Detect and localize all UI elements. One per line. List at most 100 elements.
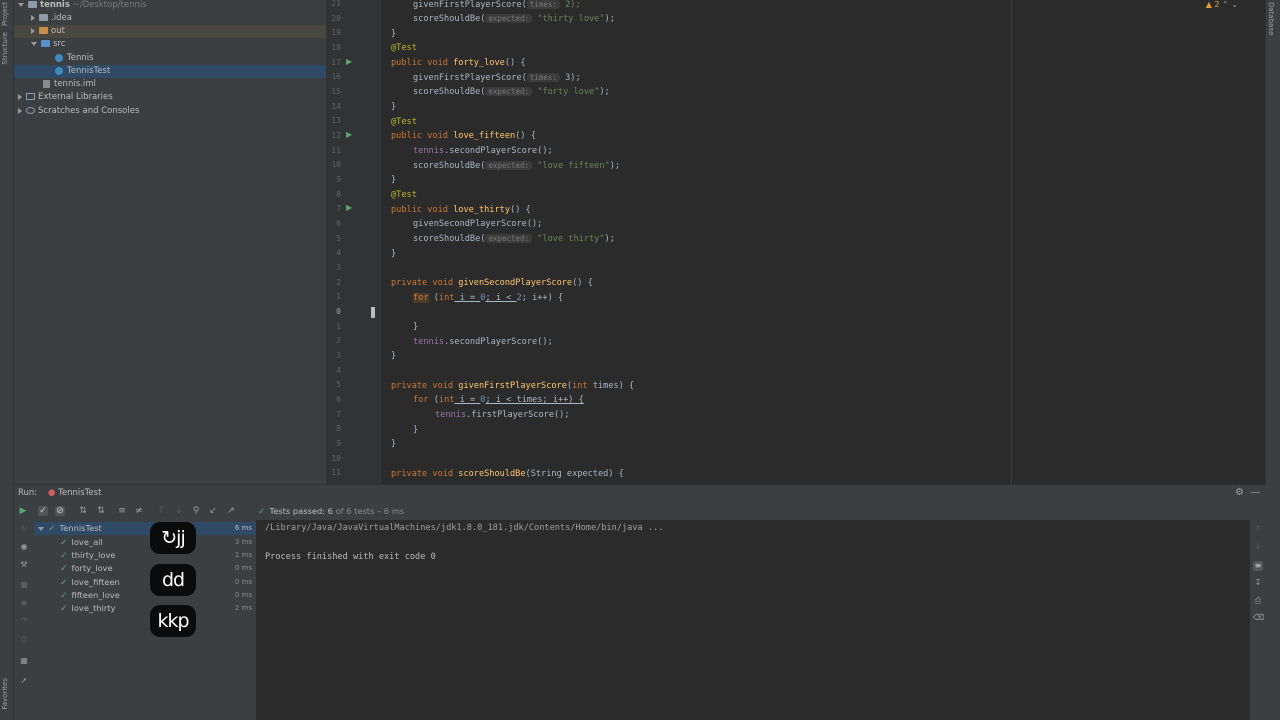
arrow-up-icon[interactable]: ↑ bbox=[1253, 524, 1263, 534]
expand-icon[interactable] bbox=[38, 526, 44, 531]
text-caret bbox=[371, 307, 375, 318]
tree-item-src[interactable]: src bbox=[14, 38, 326, 51]
print-icon[interactable]: ⎙ bbox=[1253, 596, 1263, 606]
line-number: 2 bbox=[336, 278, 341, 287]
scroll-to-end-icon[interactable]: ↧ bbox=[1253, 578, 1263, 588]
expand-all-icon[interactable]: ≡ bbox=[117, 506, 127, 516]
check-icon: ✓ bbox=[60, 564, 68, 574]
collapse-icon[interactable] bbox=[31, 14, 35, 21]
line-number: 3 bbox=[336, 351, 341, 360]
chevron-down-icon[interactable]: ⌄ bbox=[1231, 0, 1238, 9]
tree-item-scratches[interactable]: Scratches and Consoles bbox=[14, 105, 326, 118]
expand-icon[interactable] bbox=[31, 41, 37, 46]
line-number: 6 bbox=[336, 219, 341, 228]
run-tab-label: TennisTest bbox=[58, 488, 102, 498]
soft-wrap-icon[interactable]: ≡ bbox=[1253, 561, 1263, 571]
sort-duration-icon[interactable]: ⇅ bbox=[96, 506, 106, 516]
test-suite-row[interactable]: ✓ TennisTest 6 ms bbox=[34, 522, 256, 535]
line-number: 6 bbox=[336, 395, 341, 404]
run-test-icon[interactable]: ▶ bbox=[346, 57, 354, 66]
layout-icon[interactable]: ▦ bbox=[19, 656, 29, 666]
gear-icon[interactable]: ⚙ bbox=[1235, 487, 1244, 498]
arrow-down-icon[interactable]: ↓ bbox=[1253, 542, 1263, 552]
expand-icon[interactable] bbox=[18, 2, 24, 7]
test-row[interactable]: ✓ love_thirty 2 ms bbox=[34, 602, 256, 615]
test-row[interactable]: ✓ forty_love 0 ms bbox=[34, 562, 256, 575]
project-panel: tennis ~/Desktop/tennis .idea out src Te… bbox=[14, 0, 326, 484]
project-tool-tab[interactable]: Project bbox=[1, 2, 9, 26]
rerun-icon[interactable]: ▶ bbox=[18, 506, 28, 516]
stop-icon[interactable]: ■ bbox=[19, 580, 29, 590]
test-name: TennisTest bbox=[59, 523, 102, 533]
library-icon bbox=[26, 93, 35, 100]
search-icon[interactable]: ⚲ bbox=[191, 506, 201, 516]
import-icon[interactable]: ↙ bbox=[208, 506, 218, 516]
trash-icon[interactable]: ⌫ bbox=[1253, 613, 1264, 623]
warning-count: 2 bbox=[1214, 0, 1220, 9]
console-output[interactable]: /Library/Java/JavaVirtualMachines/jdk1.8… bbox=[257, 520, 1250, 720]
tree-item-iml[interactable]: tennis.iml bbox=[14, 78, 326, 91]
collapse-all-icon[interactable]: ≠ bbox=[134, 506, 144, 516]
right-tool-strip: Database bbox=[1265, 0, 1280, 720]
pin-icon[interactable]: ➚ bbox=[19, 676, 29, 686]
run-test-icon[interactable]: ▶ bbox=[346, 203, 354, 212]
tree-item-tennis[interactable]: Tennis bbox=[14, 52, 326, 65]
tree-item-out[interactable]: out bbox=[14, 25, 326, 38]
project-root[interactable]: tennis ~/Desktop/tennis bbox=[14, 0, 326, 12]
line-number: 11 bbox=[331, 468, 341, 477]
test-row[interactable]: ✓ love_all 3 ms bbox=[34, 536, 256, 549]
camera-small-icon[interactable]: ◉ bbox=[19, 598, 29, 608]
run-test-icon[interactable]: ▶ bbox=[346, 130, 354, 139]
export-icon[interactable]: ↗ bbox=[226, 506, 236, 516]
line-number: 21 bbox=[331, 0, 341, 8]
line-number: 2 bbox=[336, 336, 341, 345]
tree-item-external-libraries[interactable]: External Libraries bbox=[14, 91, 326, 104]
line-number: 8 bbox=[336, 190, 341, 199]
test-row[interactable]: ✓ love_fifteen 0 ms bbox=[34, 576, 256, 589]
test-row[interactable]: ✓ fifteen_love 0 ms bbox=[34, 589, 256, 602]
code-line: @Test bbox=[391, 190, 417, 200]
prev-failed-icon[interactable]: ↑ bbox=[156, 506, 166, 516]
line-number: 12 bbox=[331, 131, 341, 140]
show-passed-icon[interactable]: ✓ bbox=[38, 506, 48, 516]
run-tab-tennistest[interactable]: ● TennisTest bbox=[48, 488, 101, 498]
next-failed-icon[interactable]: ↓ bbox=[174, 506, 184, 516]
warnings-indicator[interactable]: ▲ 2 ⌃ ⌄ bbox=[1206, 0, 1238, 9]
code-line: } bbox=[391, 102, 397, 112]
chevron-up-icon[interactable]: ⌃ bbox=[1222, 0, 1229, 9]
sort-alpha-icon[interactable]: ⇅ bbox=[78, 506, 88, 516]
line-number: 13 bbox=[331, 116, 341, 125]
code-editor[interactable]: givenFirstPlayerScore(times: 2); scoreSh… bbox=[381, 0, 1265, 484]
wrench-icon[interactable]: ⚒ bbox=[19, 560, 29, 570]
export-results-icon[interactable]: ↷ bbox=[19, 616, 29, 626]
test-time: 1 ms bbox=[234, 551, 252, 559]
check-icon: ✓ bbox=[60, 551, 68, 561]
code-line: } bbox=[391, 175, 397, 185]
rerun-failed-icon[interactable]: ↻ bbox=[19, 524, 29, 534]
history-icon[interactable]: ◷ bbox=[19, 634, 29, 644]
code-line: givenFirstPlayerScore(times: 2); bbox=[413, 0, 581, 10]
tree-item-tennistest[interactable]: TennisTest bbox=[14, 65, 326, 78]
favorites-tool-tab[interactable]: Favorites bbox=[1, 678, 9, 710]
line-number: 5 bbox=[336, 380, 341, 389]
camera-icon[interactable]: ◉ bbox=[19, 542, 29, 552]
code-line: tennis.secondPlayerScore(); bbox=[413, 146, 553, 156]
folder-icon bbox=[39, 27, 48, 34]
show-ignored-icon[interactable]: ⊘ bbox=[55, 506, 65, 516]
run-label: Run: bbox=[18, 488, 38, 498]
test-time: 2 ms bbox=[234, 604, 252, 612]
line-number: 11 bbox=[331, 146, 341, 155]
collapse-icon[interactable] bbox=[18, 107, 22, 114]
database-tool-tab[interactable]: Database bbox=[1267, 2, 1275, 35]
tree-item-idea[interactable]: .idea bbox=[14, 12, 326, 25]
minimize-icon[interactable]: — bbox=[1250, 487, 1260, 498]
code-line: private void givenSecondPlayerScore() { bbox=[391, 278, 593, 288]
check-icon: ✓ bbox=[48, 524, 56, 534]
test-row[interactable]: ✓ thirty_love 1 ms bbox=[34, 549, 256, 562]
code-line: scoreShouldBe(expected: "love fifteen"); bbox=[413, 161, 621, 171]
collapse-icon[interactable] bbox=[18, 93, 22, 100]
tree-item-label: Tennis bbox=[67, 53, 94, 63]
collapse-icon[interactable] bbox=[31, 27, 35, 34]
code-line: givenSecondPlayerScore(); bbox=[413, 219, 543, 229]
structure-tool-tab[interactable]: Structure bbox=[1, 32, 9, 65]
